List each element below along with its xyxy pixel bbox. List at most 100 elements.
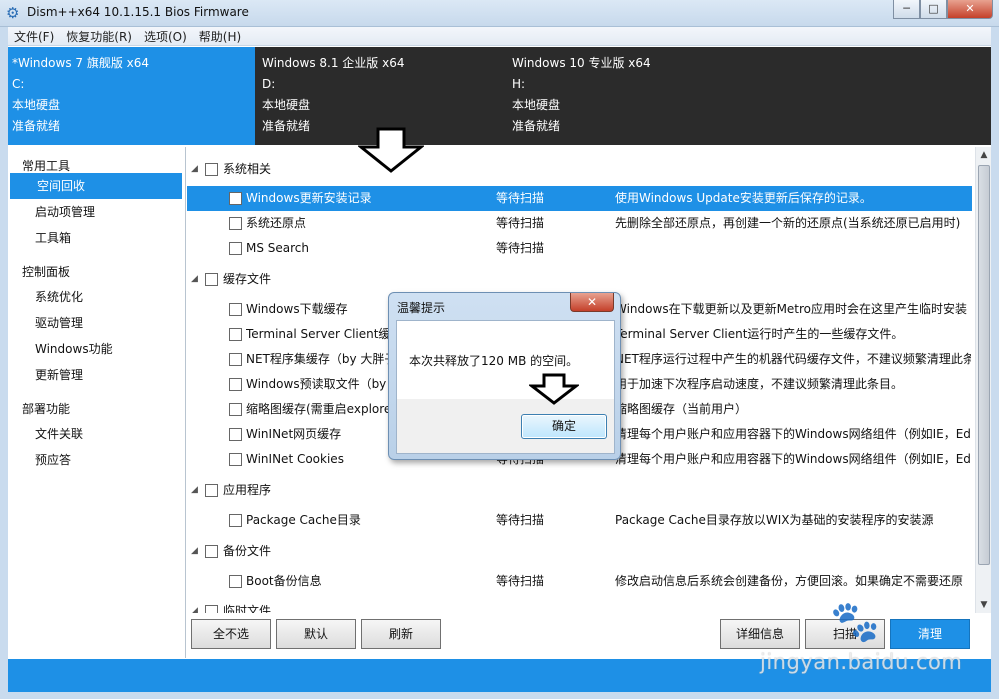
- item-checkbox[interactable]: [229, 242, 242, 255]
- system-drive: C:: [12, 77, 25, 91]
- sidebar: 常用工具 空间回收 启动项管理 工具箱 控制面板 系统优化 驱动管理 Windo…: [8, 147, 186, 658]
- sidebar-group-control-panel: 控制面板: [22, 265, 71, 279]
- sidebar-item-toolbox[interactable]: 工具箱: [8, 225, 185, 251]
- system-tile-win10[interactable]: Windows 10 专业版 x64 H: 本地硬盘 准备就绪: [508, 47, 758, 145]
- list-item[interactable]: Windows更新安装记录 等待扫描 使用Windows Update安装更新后…: [187, 186, 972, 211]
- system-drive: H:: [512, 77, 526, 91]
- category-checkbox[interactable]: [205, 545, 218, 558]
- sidebar-item-space-reclaim[interactable]: 空间回收: [10, 173, 182, 199]
- item-description: 清理每个用户账户和应用容器下的Windows网络组件（例如IE，Ed: [615, 452, 971, 466]
- item-checkbox[interactable]: [229, 353, 242, 366]
- minimize-button[interactable]: ─: [893, 0, 920, 19]
- sidebar-item-startup-manager[interactable]: 启动项管理: [8, 199, 185, 225]
- item-description: 先删除全部还原点，再创建一个新的还原点(当系统还原已启用时): [615, 216, 961, 230]
- collapse-arrow-icon[interactable]: ◢: [191, 599, 198, 613]
- close-button[interactable]: ✕: [947, 0, 993, 19]
- item-description: 用于加速下次程序启动速度，不建议频繁清理此条目。: [615, 377, 904, 391]
- item-checkbox[interactable]: [229, 217, 242, 230]
- item-checkbox[interactable]: [229, 378, 242, 391]
- scroll-down-arrow-icon[interactable]: ▼: [976, 597, 992, 613]
- item-checkbox[interactable]: [229, 403, 242, 416]
- item-checkbox[interactable]: [229, 514, 242, 527]
- list-item[interactable]: MS Search 等待扫描: [187, 236, 972, 261]
- refresh-button[interactable]: 刷新: [361, 619, 441, 649]
- item-name: Package Cache目录: [246, 513, 361, 527]
- scroll-up-arrow-icon[interactable]: ▲: [976, 147, 992, 163]
- menu-file[interactable]: 文件(F): [8, 28, 60, 45]
- category-row-apps[interactable]: ◢ 应用程序: [187, 478, 972, 503]
- system-name: *Windows 7 旗舰版 x64: [12, 56, 150, 70]
- sidebar-item-windows-features[interactable]: Windows功能: [8, 336, 185, 362]
- sidebar-item-system-optimize[interactable]: 系统优化: [8, 284, 185, 310]
- category-label: 缓存文件: [223, 272, 272, 286]
- down-arrow-icon: [358, 127, 424, 173]
- item-status: 等待扫描: [496, 241, 545, 255]
- sidebar-item-answer-file[interactable]: 预应答: [8, 447, 185, 473]
- category-checkbox[interactable]: [205, 484, 218, 497]
- item-status: 等待扫描: [496, 574, 545, 588]
- category-row-system[interactable]: ◢ 系统相关: [187, 157, 972, 182]
- item-checkbox[interactable]: [229, 328, 242, 341]
- list-item[interactable]: Package Cache目录 等待扫描 Package Cache目录存放以W…: [187, 508, 972, 533]
- collapse-arrow-icon[interactable]: ◢: [191, 267, 198, 292]
- category-row-backup[interactable]: ◢ 备份文件: [187, 539, 972, 564]
- item-description: 修改启动信息后系统会创建备份，方便回滚。如果确定不需要还原: [615, 574, 964, 588]
- sidebar-item-file-assoc[interactable]: 文件关联: [8, 421, 185, 447]
- sidebar-item-driver-manager[interactable]: 驱动管理: [8, 310, 185, 336]
- item-checkbox[interactable]: [229, 575, 242, 588]
- default-button[interactable]: 默认: [276, 619, 356, 649]
- sidebar-item-update-manager[interactable]: 更新管理: [8, 362, 185, 388]
- paw-icon: 🐾: [830, 599, 880, 645]
- category-label: 临时文件: [223, 604, 272, 613]
- menu-restore[interactable]: 恢复功能(R): [60, 28, 138, 45]
- system-disk: 本地硬盘: [12, 98, 61, 112]
- category-checkbox[interactable]: [205, 163, 218, 176]
- dialog-close-button[interactable]: ✕: [570, 293, 614, 312]
- item-checkbox[interactable]: [229, 428, 242, 441]
- collapse-arrow-icon[interactable]: ◢: [191, 478, 198, 503]
- item-description: Windows在下载更新以及更新Metro应用时会在这里产生临时安装: [615, 302, 968, 316]
- category-checkbox[interactable]: [205, 605, 218, 613]
- menu-options[interactable]: 选项(O): [138, 28, 193, 45]
- collapse-arrow-icon[interactable]: ◢: [191, 157, 198, 182]
- deselect-all-button[interactable]: 全不选: [191, 619, 271, 649]
- dialog-message: 本次共释放了120 MB 的空间。: [409, 354, 579, 368]
- item-name: Boot备份信息: [246, 574, 322, 588]
- collapse-arrow-icon[interactable]: ◢: [191, 539, 198, 564]
- item-description: 缩略图缓存（当前用户）: [615, 402, 748, 416]
- category-checkbox[interactable]: [205, 273, 218, 286]
- category-label: 备份文件: [223, 544, 272, 558]
- item-status: 等待扫描: [496, 191, 545, 205]
- item-checkbox[interactable]: [229, 453, 242, 466]
- list-item[interactable]: Boot备份信息 等待扫描 修改启动信息后系统会创建备份，方便回滚。如果确定不需…: [187, 569, 972, 594]
- system-disk: 本地硬盘: [512, 98, 561, 112]
- dialog-ok-button[interactable]: 确定: [521, 414, 607, 439]
- system-status: 准备就绪: [512, 119, 561, 133]
- maximize-button[interactable]: □: [920, 0, 947, 19]
- window-title: Dism++x64 10.1.15.1 Bios Firmware: [27, 5, 249, 19]
- system-selector: *Windows 7 旗舰版 x64 C: 本地硬盘 准备就绪 Windows …: [8, 47, 991, 145]
- menu-help[interactable]: 帮助(H): [193, 28, 247, 45]
- window-controls: ─ □ ✕: [893, 0, 993, 20]
- sidebar-group-common-tools: 常用工具: [22, 159, 71, 173]
- item-name: Windows更新安装记录: [246, 191, 372, 205]
- list-scrollbar[interactable]: ▲ ▼: [975, 147, 991, 613]
- category-label: 应用程序: [223, 483, 272, 497]
- category-row-cache[interactable]: ◢ 缓存文件: [187, 267, 972, 292]
- system-tile-win7[interactable]: *Windows 7 旗舰版 x64 C: 本地硬盘 准备就绪: [8, 47, 255, 145]
- app-gear-icon: ⚙: [6, 4, 20, 22]
- item-status: 等待扫描: [496, 513, 545, 527]
- item-status: 等待扫描: [496, 216, 545, 230]
- list-item[interactable]: 系统还原点 等待扫描 先删除全部还原点，再创建一个新的还原点(当系统还原已启用时…: [187, 211, 972, 236]
- dialog-message-area: 本次共释放了120 MB 的空间。: [397, 321, 614, 399]
- window-frame-left: [0, 27, 8, 699]
- item-description: 清理每个用户账户和应用容器下的Windows网络组件（例如IE，Ed: [615, 427, 971, 441]
- item-checkbox[interactable]: [229, 303, 242, 316]
- title-bar: ⚙ Dism++x64 10.1.15.1 Bios Firmware ─ □ …: [0, 0, 999, 27]
- info-dialog: 温馨提示 ✕ 本次共释放了120 MB 的空间。 确定: [388, 292, 621, 460]
- system-name: Windows 10 专业版 x64: [512, 56, 651, 70]
- dialog-title: 温馨提示: [397, 301, 446, 315]
- item-checkbox[interactable]: [229, 192, 242, 205]
- item-description: Package Cache目录存放以WIX为基础的安装程序的安装源: [615, 513, 934, 527]
- scroll-thumb[interactable]: [978, 165, 990, 565]
